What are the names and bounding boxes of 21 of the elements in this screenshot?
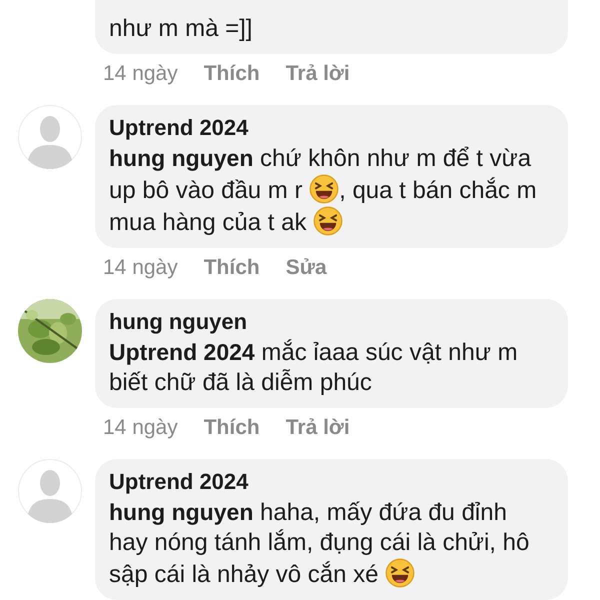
action-link[interactable]: Thích [204,254,260,282]
action-link[interactable]: Trả lời [286,60,350,88]
laughing-face-icon [313,206,344,236]
author-name[interactable]: hung nguyen [109,309,544,335]
action-link[interactable]: Thích [204,60,260,88]
action-link[interactable]: Trả lời [286,414,350,442]
avatar-icon[interactable] [18,459,82,523]
comment-text: hung nguyen haha, mấy đứa đu đỉnh hay nóng tánh lắm, đụng cái là chửi, hô sập cái là nhảy vô cắn xé [109,498,530,590]
author-name[interactable]: Uptrend 2024 [109,115,544,141]
comment-text: như m mà =]] [109,14,254,44]
comment-text: hung nguyen chứ khôn như m để t vừa up bô vào đầu m r , qua t bán chắc m mua hàng của t ak [109,144,538,238]
author-name[interactable]: Uptrend 2024 [109,469,544,495]
action-link[interactable]: Sửa [286,254,327,282]
laughing-face-icon [309,174,340,204]
avatar-icon[interactable] [18,105,82,169]
timestamp: 14 ngày [103,61,178,87]
laughing-face-icon [385,558,416,588]
action-link[interactable]: Thích [204,414,260,442]
timestamp: 14 ngày [103,255,178,281]
comment-text: Uptrend 2024 mắc ỉaaa súc vật như m biết chữ đã là diễm phúc [109,338,519,398]
timestamp: 14 ngày [103,415,178,441]
